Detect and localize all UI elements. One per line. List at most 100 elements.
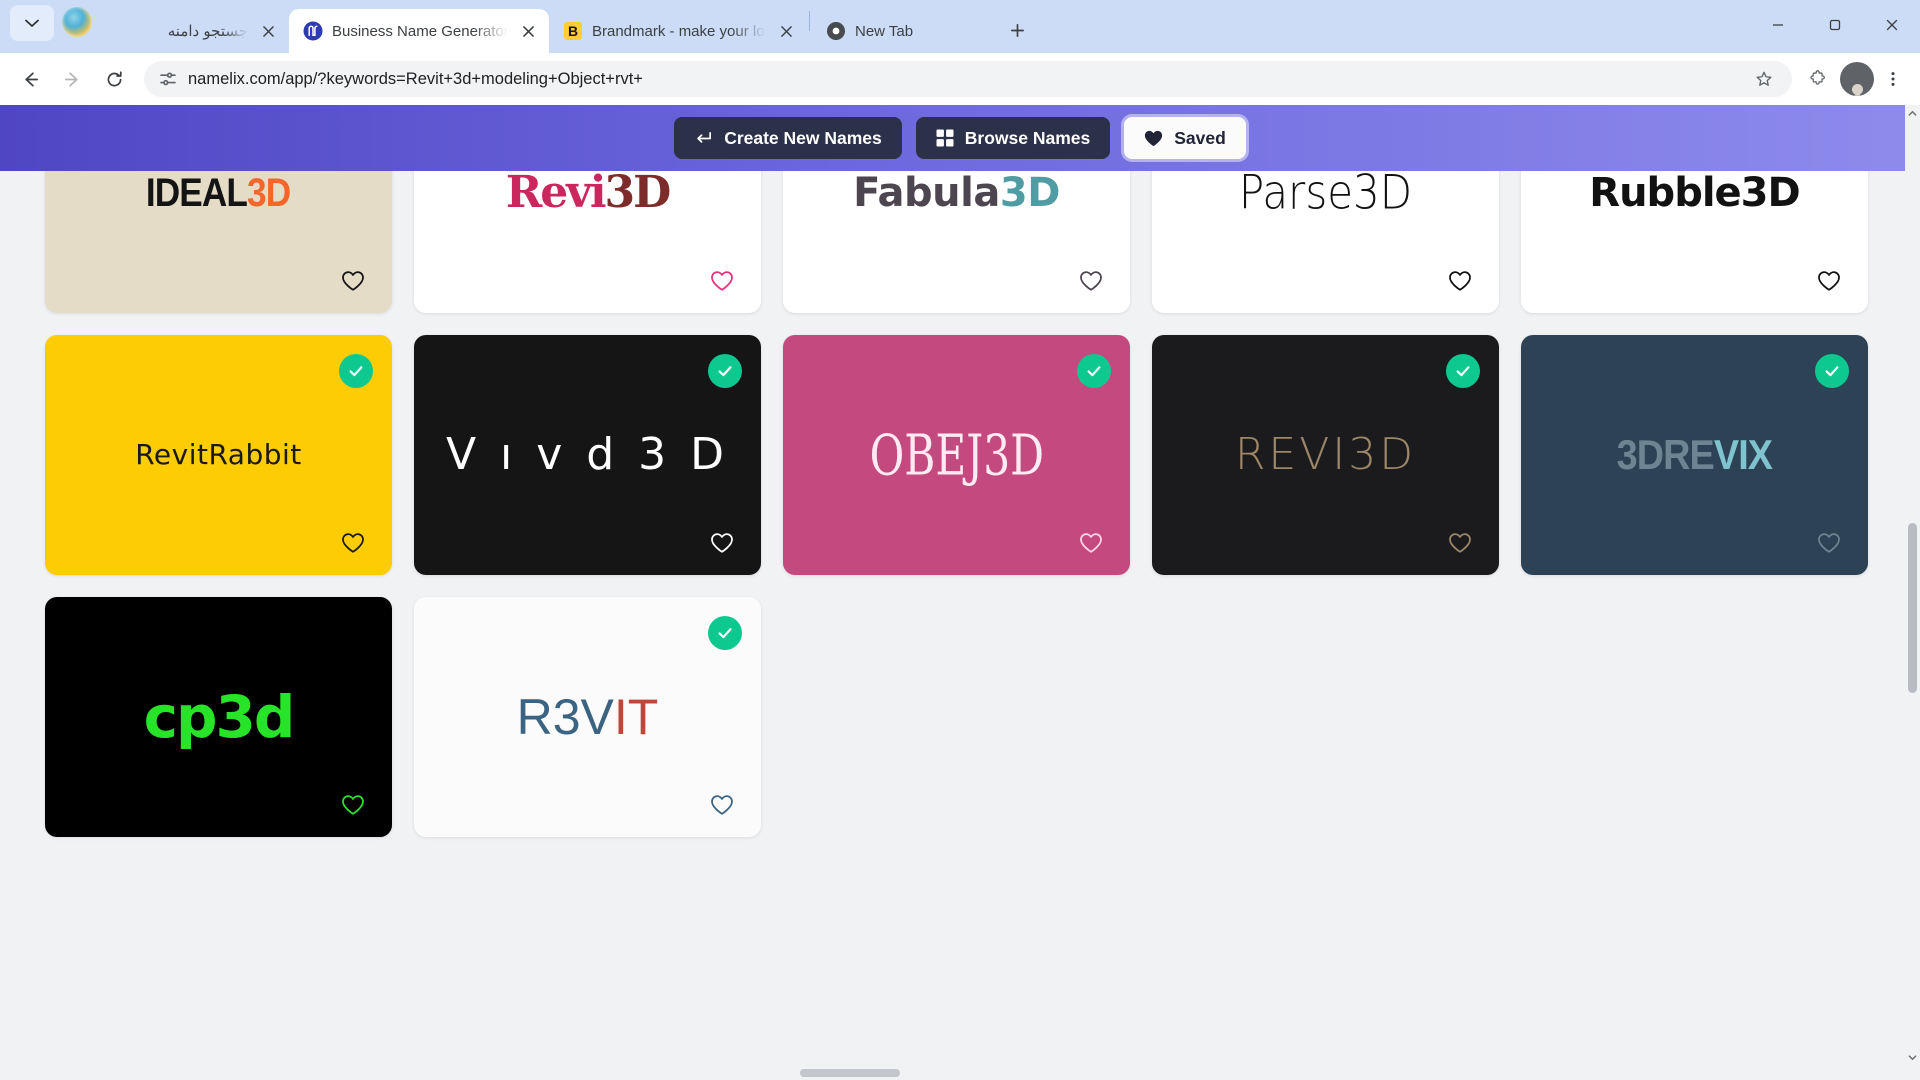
close-button[interactable] [1863,0,1920,50]
minimize-button[interactable] [1749,0,1806,50]
selected-check-badge[interactable] [1815,354,1849,388]
url-text[interactable]: namelix.com/app/?keywords=Revit+3d+model… [188,70,1738,89]
selected-check-badge[interactable] [708,354,742,388]
reload-icon [107,70,122,86]
favorite-heart-button[interactable] [1449,271,1471,291]
kebab-menu-icon [1891,72,1895,86]
name-card-logo: RevitRabbit [135,438,302,471]
check-icon [349,366,363,377]
favorite-heart-button[interactable] [711,271,733,291]
tab-close-icon[interactable] [517,20,539,42]
favorite-heart-button[interactable] [711,795,733,815]
saved-names-grid: IDEAL3D Revi3D Fabula3D Parse3D Rubble3D Revi… [45,105,1868,837]
heart-icon [1449,533,1471,553]
heart-icon [1080,533,1102,553]
forward-arrow-icon [64,71,78,87]
tab-3[interactable]: New Tab [812,9,992,53]
address-bar[interactable]: namelix.com/app/?keywords=Revit+3d+model… [144,61,1792,97]
create-new-names-button[interactable]: Create New Names [674,117,902,159]
vertical-scrollbar[interactable] [1905,105,1920,1080]
favorite-heart-button[interactable] [1449,533,1471,553]
name-card-logo: REVI3D [1234,429,1417,480]
tab-close-icon[interactable] [775,20,797,42]
tab-1[interactable]: Business Name Generator - Pow [289,9,549,53]
browse-names-button[interactable]: Browse Names [915,117,1111,159]
extensions-puzzle-icon[interactable] [1802,63,1834,95]
name-card[interactable]: V ı v d 3 D [414,335,761,575]
name-card-logo: cp3d [143,683,296,751]
vertical-scrollbar-thumb[interactable] [1908,523,1917,693]
favorite-heart-button[interactable] [342,533,364,553]
tab-title: Business Name Generator - Pow [332,22,508,40]
reload-button[interactable] [94,59,134,99]
heart-icon [342,795,364,815]
window-controls [1749,0,1920,50]
selected-check-badge[interactable] [708,616,742,650]
tab-search-chevron-icon[interactable] [10,4,54,41]
check-icon [718,628,732,639]
maximize-button[interactable] [1806,0,1863,50]
horizontal-scrollbar-thumb[interactable] [800,1069,900,1077]
tab-strip: جستجو دامنه Business Name Generator - Po… [0,0,1920,53]
tune-icon[interactable] [158,69,178,89]
heart-filled-icon [1145,130,1163,146]
tab-close-icon[interactable] [257,20,279,42]
back-button[interactable] [10,59,50,99]
favorite-heart-button[interactable] [1080,533,1102,553]
name-card-logo: 3DREVIX [1616,431,1773,478]
scroll-down-arrow-icon[interactable] [1905,1049,1920,1066]
chrome-icon [826,21,846,41]
scroll-up-arrow-icon[interactable] [1905,105,1920,122]
browser-window: جستجو دامنه Business Name Generator - Po… [0,0,1920,1080]
heart-icon [711,271,733,291]
profile-avatar[interactable] [1840,62,1874,96]
name-card[interactable]: RevitRabbit [45,335,392,575]
favorite-heart-button[interactable] [1818,533,1840,553]
chrome-menu-button[interactable] [1876,59,1910,99]
heart-icon [342,271,364,291]
browser-toolbar: namelix.com/app/?keywords=Revit+3d+model… [0,53,1920,105]
name-card-logo: IDEAL3D [146,171,291,215]
name-card-logo: Revi3D [505,167,672,218]
horizontal-scrollbar[interactable] [0,1066,1905,1080]
name-card-logo: Fabula3D [853,170,1060,216]
name-card[interactable]: 3DREVIX [1521,335,1868,575]
favorite-heart-button[interactable] [1080,271,1102,291]
name-card[interactable]: R3VIT [414,597,761,837]
name-card[interactable]: REVI3D [1152,335,1499,575]
saved-button[interactable]: Saved [1124,117,1246,159]
tab-2[interactable]: B Brandmark - make your logo in [549,9,807,53]
name-card-logo: V ı v d 3 D [445,429,730,480]
profile-orb-icon[interactable] [62,6,92,37]
tab-title: جستجو دامنه [167,23,248,40]
selected-check-badge[interactable] [1077,354,1111,388]
favorite-heart-button[interactable] [342,795,364,815]
check-icon [718,366,732,377]
selected-check-badge[interactable] [1446,354,1480,388]
favorite-heart-button[interactable] [1818,271,1840,291]
brandmark-icon: B [563,21,583,41]
namelix-icon [303,21,323,41]
name-card-logo: R3VIT [516,689,659,745]
new-tab-button[interactable] [1000,13,1034,47]
enter-arrow-icon [697,131,712,143]
name-card-logo: Rubble3D [1589,170,1800,216]
tab-divider [809,10,810,31]
bookmark-star-icon[interactable] [1748,63,1780,95]
heart-icon [1449,271,1471,291]
tab-0[interactable]: جستجو دامنه [104,9,289,53]
page-viewport: IDEAL3D Revi3D Fabula3D Parse3D Rubble3D Revi… [0,105,1920,1080]
namelix-top-bar: Create New Names Browse Names Saved [0,105,1920,171]
forward-button[interactable] [52,59,92,99]
browse-names-label: Browse Names [964,127,1091,148]
selected-check-badge[interactable] [339,354,373,388]
tab-strip-left [4,0,104,53]
heart-icon [711,795,733,815]
create-new-names-label: Create New Names [724,127,882,148]
favorite-heart-button[interactable] [711,533,733,553]
check-icon [1087,366,1101,377]
tab-title: New Tab [855,22,914,40]
name-card[interactable]: OBEJ3D [783,335,1130,575]
name-card[interactable]: cp3d [45,597,392,837]
favorite-heart-button[interactable] [342,271,364,291]
